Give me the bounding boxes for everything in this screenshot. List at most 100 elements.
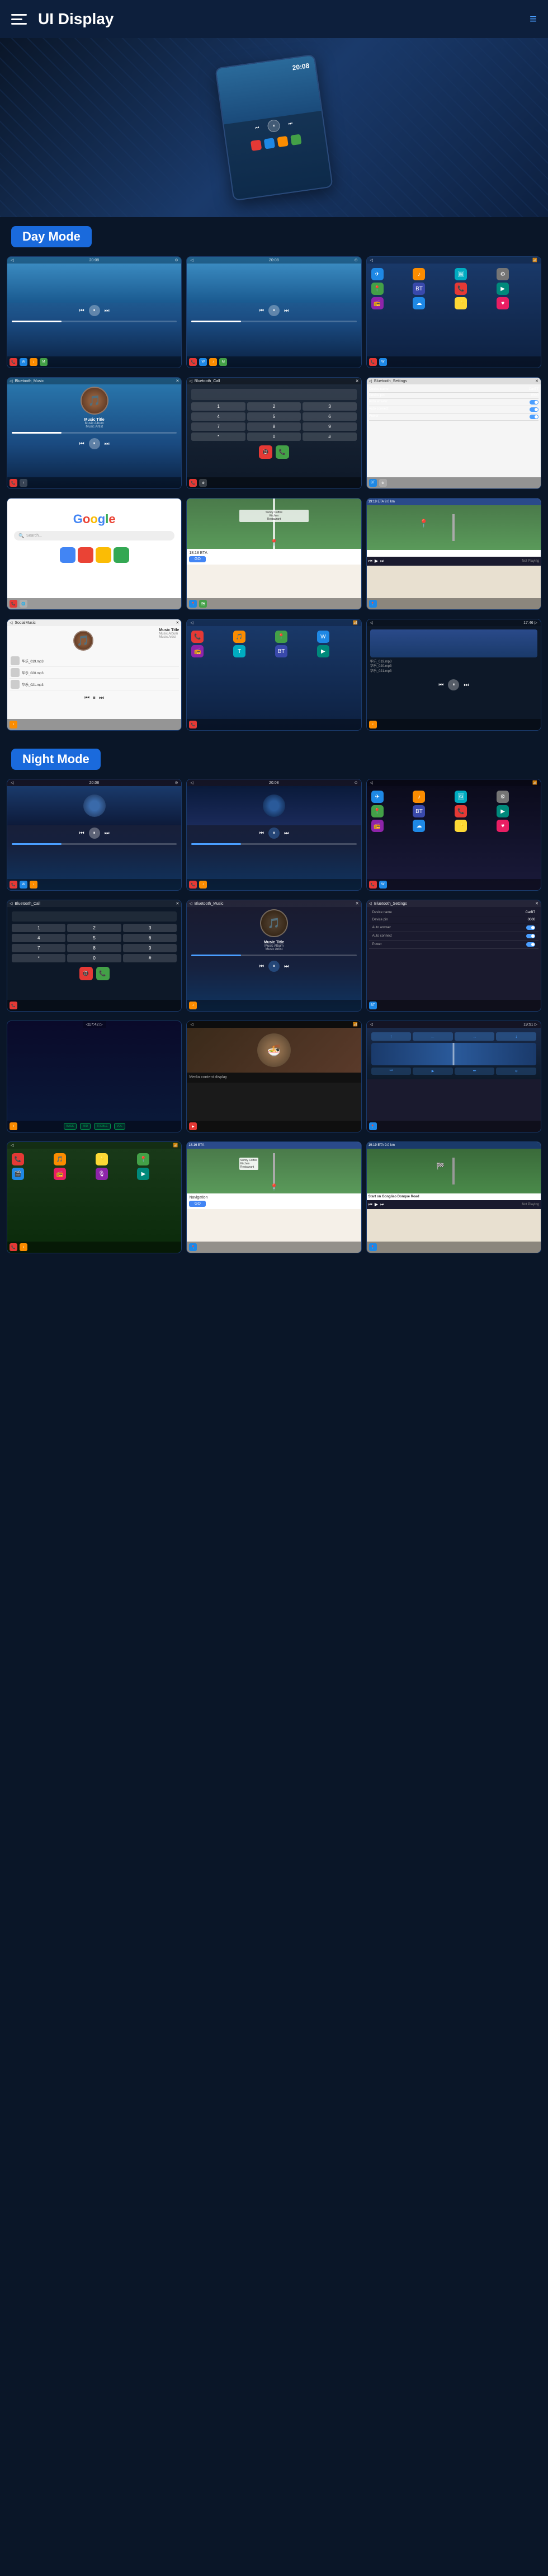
social-prev[interactable]: ⏮ bbox=[84, 695, 89, 701]
extra-controls-2[interactable]: ⏮ ⏸ ⏭ bbox=[367, 677, 541, 693]
dial-7[interactable]: 7 bbox=[191, 422, 245, 431]
menu-icon[interactable] bbox=[11, 9, 31, 29]
night-app-6[interactable]: BT bbox=[413, 805, 425, 817]
dial-8[interactable]: 8 bbox=[247, 422, 301, 431]
bt-music-controls[interactable]: ⏮ ⏸ ⏭ bbox=[7, 436, 181, 452]
night-app-10[interactable]: ☁ bbox=[413, 820, 425, 832]
app-e8[interactable]: ▶ bbox=[317, 645, 329, 657]
song-item-3[interactable]: 华乐_021.mp3 bbox=[10, 679, 179, 690]
night-app-3[interactable]: 🖼 bbox=[455, 791, 467, 803]
road-ctrl-2[interactable]: ▶ bbox=[413, 1068, 453, 1075]
night-dial-hash[interactable]: # bbox=[123, 954, 177, 962]
night-app-1[interactable]: ✈ bbox=[371, 791, 384, 803]
night-dial-7[interactable]: 7 bbox=[12, 944, 65, 952]
night-app-12[interactable]: ♥ bbox=[497, 820, 509, 832]
night-dial-2[interactable]: 2 bbox=[67, 924, 121, 932]
app-music[interactable]: ♪ bbox=[413, 268, 425, 280]
quick-link-4[interactable] bbox=[114, 547, 129, 563]
app-other1[interactable]: ⭐ bbox=[455, 297, 467, 309]
hang-up-btn[interactable]: 📵 bbox=[259, 445, 272, 459]
social-play[interactable]: ⏸ bbox=[93, 695, 96, 701]
dial-1[interactable]: 1 bbox=[191, 402, 245, 411]
night-music-controls-1[interactable]: ⏮ ⏸ ⏭ bbox=[7, 825, 181, 841]
night-dial-3[interactable]: 3 bbox=[123, 924, 177, 932]
night-power-toggle[interactable] bbox=[526, 942, 535, 947]
night-music-controls-2[interactable]: ⏮ ⏸ ⏭ bbox=[187, 825, 361, 841]
dial-hash[interactable]: # bbox=[303, 433, 356, 441]
road-ctrl-4[interactable]: ⊙ bbox=[496, 1068, 536, 1075]
ios-app-6[interactable]: 📻 bbox=[54, 1168, 66, 1180]
app-settings[interactable]: ⚙ bbox=[497, 268, 509, 280]
nav-icon[interactable]: ≡ bbox=[530, 12, 537, 26]
road-nav-btn-4[interactable]: ↓ bbox=[496, 1032, 536, 1041]
ios-app-2[interactable]: 🎵 bbox=[54, 1153, 66, 1165]
auto-connect-toggle[interactable] bbox=[530, 407, 538, 412]
ios-app-7[interactable]: 🎙 bbox=[96, 1168, 108, 1180]
road-ctrl-3[interactable]: ⏭ bbox=[455, 1068, 495, 1075]
go-btn[interactable]: GO bbox=[189, 556, 206, 562]
ios-app-5[interactable]: 🎬 bbox=[12, 1168, 24, 1180]
night-app-8[interactable]: ▶ bbox=[497, 805, 509, 817]
dial-0[interactable]: 0 bbox=[247, 433, 301, 441]
dial-5[interactable]: 5 bbox=[247, 412, 301, 421]
app-e4[interactable]: W bbox=[317, 631, 329, 643]
app-e6[interactable]: T bbox=[233, 645, 245, 657]
auto-answer-toggle[interactable] bbox=[530, 400, 538, 405]
ios-app-4[interactable]: 📍 bbox=[137, 1153, 149, 1165]
night-auto-connect-toggle[interactable] bbox=[526, 934, 535, 938]
app-e3[interactable]: 📍 bbox=[275, 631, 287, 643]
night-dial-9[interactable]: 9 bbox=[123, 944, 177, 952]
quick-link-3[interactable] bbox=[96, 547, 111, 563]
night-app-5[interactable]: 📍 bbox=[371, 805, 384, 817]
dial-2[interactable]: 2 bbox=[247, 402, 301, 411]
song-item-2[interactable]: 华乐_020.mp3 bbox=[10, 667, 179, 679]
app-video[interactable]: ▶ bbox=[497, 283, 509, 295]
night-app-4[interactable]: ⚙ bbox=[497, 791, 509, 803]
dial-4[interactable]: 4 bbox=[191, 412, 245, 421]
night-app-9[interactable]: 📻 bbox=[371, 820, 384, 832]
app-e7[interactable]: BT bbox=[275, 645, 287, 657]
call-btn[interactable]: 📞 bbox=[276, 445, 289, 459]
app-phone[interactable]: 📞 bbox=[455, 283, 467, 295]
night-bt-music-controls[interactable]: ⏮ ⏸ ⏭ bbox=[187, 958, 361, 974]
night-dial-5[interactable]: 5 bbox=[67, 934, 121, 942]
night-call-btn[interactable]: 📞 bbox=[96, 967, 110, 980]
social-next[interactable]: ⏭ bbox=[99, 695, 104, 701]
road-nav-btn-2[interactable]: ← bbox=[413, 1032, 453, 1041]
night-app-7[interactable]: 📞 bbox=[455, 805, 467, 817]
quick-link-1[interactable] bbox=[60, 547, 75, 563]
night-dial-1[interactable]: 1 bbox=[12, 924, 65, 932]
app-cloud[interactable]: ☁ bbox=[413, 297, 425, 309]
google-search-bar[interactable]: 🔍 Search... bbox=[14, 531, 174, 540]
dial-star[interactable]: * bbox=[191, 433, 245, 441]
ios-app-3[interactable]: ⭐ bbox=[96, 1153, 108, 1165]
day-music-controls-2[interactable]: ⏮ ⏸ ⏭ bbox=[187, 303, 361, 318]
night-go-btn[interactable]: GO bbox=[189, 1201, 206, 1207]
app-bt[interactable]: BT bbox=[413, 283, 425, 295]
ios-app-1[interactable]: 📞 bbox=[12, 1153, 24, 1165]
app-maps[interactable]: 📍 bbox=[371, 283, 384, 295]
night-dial-4[interactable]: 4 bbox=[12, 934, 65, 942]
dial-3[interactable]: 3 bbox=[303, 402, 356, 411]
app-telegram[interactable]: ✈ bbox=[371, 268, 384, 280]
app-other2[interactable]: ♥ bbox=[497, 297, 509, 309]
night-dial-star[interactable]: * bbox=[12, 954, 65, 962]
night-app-11[interactable]: ⭐ bbox=[455, 820, 467, 832]
quick-link-2[interactable] bbox=[78, 547, 93, 563]
road-nav-btn-3[interactable]: → bbox=[455, 1032, 495, 1041]
app-radio[interactable]: 📻 bbox=[371, 297, 384, 309]
night-auto-answer-toggle[interactable] bbox=[526, 925, 535, 930]
road-nav-btn-1[interactable]: ↑ bbox=[371, 1032, 412, 1041]
road-ctrl-1[interactable]: ⏮ bbox=[371, 1068, 412, 1075]
day-music-controls-1[interactable]: ⏮ ⏸ ⏭ bbox=[7, 303, 181, 318]
song-item-1[interactable]: 华乐_019.mp3 bbox=[10, 655, 179, 667]
ios-app-8[interactable]: ▶ bbox=[137, 1168, 149, 1180]
dial-6[interactable]: 6 bbox=[303, 412, 356, 421]
app-e1[interactable]: 📞 bbox=[191, 631, 204, 643]
night-dial-8[interactable]: 8 bbox=[67, 944, 121, 952]
app-e5[interactable]: 📻 bbox=[191, 645, 204, 657]
night-dial-0[interactable]: 0 bbox=[67, 954, 121, 962]
power-toggle[interactable] bbox=[530, 415, 538, 419]
night-app-2[interactable]: ♪ bbox=[413, 791, 425, 803]
dial-9[interactable]: 9 bbox=[303, 422, 356, 431]
